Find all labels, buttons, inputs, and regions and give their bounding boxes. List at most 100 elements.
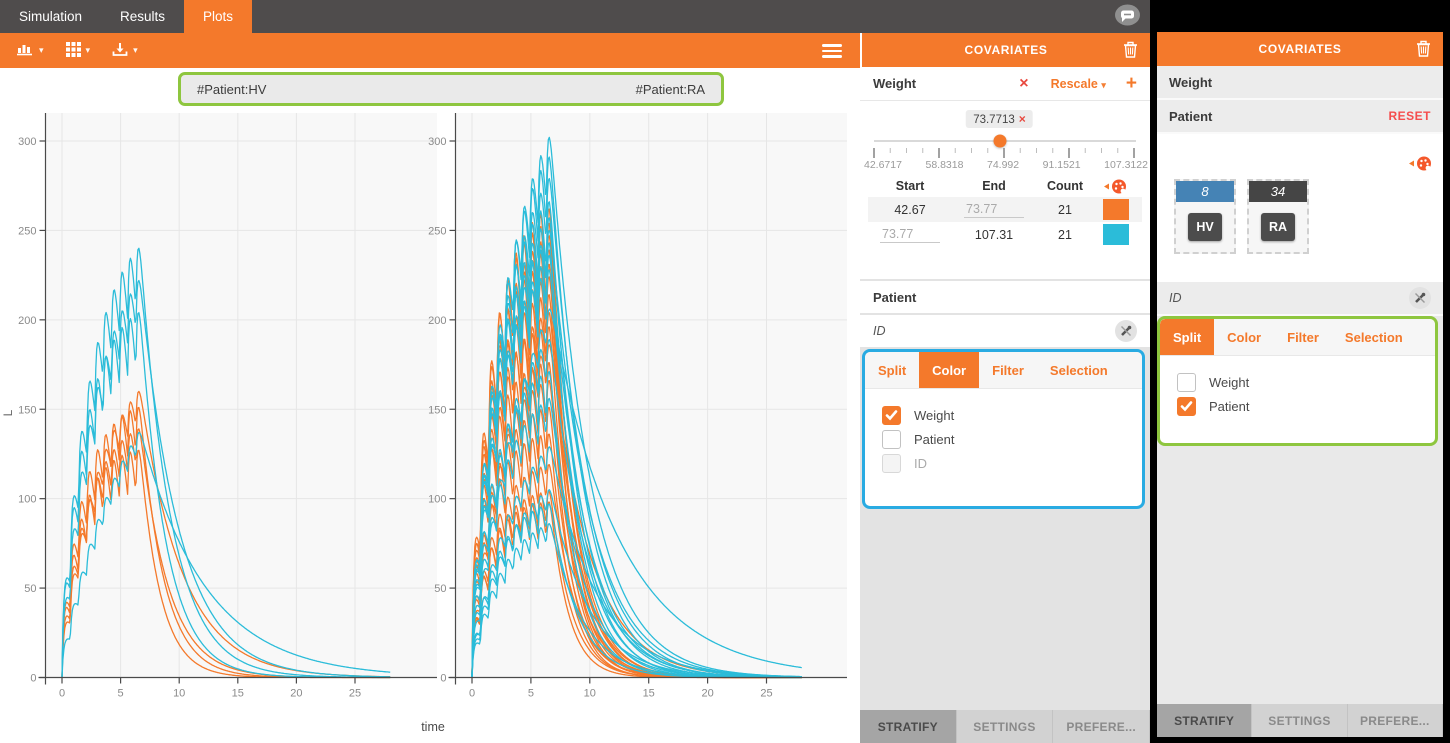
x-tick-label: 25: [760, 688, 772, 700]
add-group-button[interactable]: +: [1126, 73, 1137, 95]
y-tick-label: 50: [24, 583, 36, 595]
stratify-tab-selection[interactable]: Selection: [1037, 352, 1121, 388]
y-tick-label: 100: [18, 494, 36, 506]
weight-slider: 73.7713× 42.671758.831874.99291.1521107.…: [860, 101, 1150, 175]
plot-type-icon: [16, 42, 34, 59]
palette-icon[interactable]: [1409, 156, 1433, 174]
checkbox-row-weight: Weight: [882, 403, 1142, 427]
slider-handle[interactable]: [994, 135, 1007, 148]
id-checkbox[interactable]: [882, 454, 901, 473]
bottom-tab-stratify[interactable]: STRATIFY: [860, 710, 957, 743]
subplot[interactable]: 0510152025050100150200250300: [18, 113, 437, 700]
stratify-tab-split[interactable]: Split: [1160, 319, 1214, 355]
weight-section-header[interactable]: Weight: [1157, 66, 1443, 100]
x-tick-label: 5: [118, 688, 124, 700]
group-body: HV: [1176, 202, 1234, 252]
group-color-swatch[interactable]: [1103, 199, 1129, 220]
chevron-down-icon: ▾: [39, 45, 44, 56]
stratify-tab-selection[interactable]: Selection: [1332, 319, 1416, 355]
col-count: Count: [1036, 179, 1094, 193]
group-button-hv[interactable]: HV: [1188, 213, 1222, 241]
covariates-panel: COVARIATES Weight × Rescale ▾ + 73.7713×…: [860, 33, 1150, 743]
patient-label: Patient: [873, 290, 1137, 305]
weight-section-header[interactable]: Weight × Rescale ▾ +: [860, 67, 1150, 101]
start-cell: 42.67: [868, 202, 952, 217]
feedback-bubble-icon[interactable]: [1114, 4, 1141, 28]
remove-weight-button[interactable]: ×: [1019, 75, 1028, 93]
end-input[interactable]: 73.77: [964, 201, 1024, 218]
tab-simulation[interactable]: Simulation: [0, 0, 101, 33]
stratify-tab-filter[interactable]: Filter: [1274, 319, 1332, 355]
x-tick-label: 25: [349, 688, 361, 700]
weight-checkbox[interactable]: [1177, 373, 1196, 392]
id-section-header[interactable]: ID: [1157, 282, 1443, 316]
group-button-ra[interactable]: RA: [1261, 213, 1295, 241]
stratify-tab-color[interactable]: Color: [919, 352, 979, 388]
slider-value: 73.7713: [973, 114, 1015, 126]
patient-section-header[interactable]: Patient: [860, 279, 1150, 313]
panel-background: [1157, 446, 1443, 704]
tab-plots[interactable]: Plots: [184, 0, 252, 33]
checkbox-row-patient: Patient: [1177, 394, 1435, 418]
rescale-dropdown[interactable]: Rescale ▾: [1051, 77, 1106, 91]
patient-checkbox[interactable]: [1177, 397, 1196, 416]
x-tick-label: 20: [701, 688, 713, 700]
group-count-header[interactable]: 8: [1176, 181, 1234, 202]
palette-icon[interactable]: [1094, 179, 1138, 194]
stratify-tab-color[interactable]: Color: [1214, 319, 1274, 355]
bottom-tab-prefere[interactable]: PREFERE...: [1348, 704, 1443, 737]
x-tick-label: 5: [528, 688, 534, 700]
weight-groups-table: Start End Count 42.6773.772173.77107.312…: [860, 175, 1150, 251]
group-color-swatch[interactable]: [1103, 224, 1129, 245]
export-menu[interactable]: ▾: [108, 38, 142, 64]
line-charts[interactable]: 0510152025050100150200250300051015202505…: [0, 68, 860, 743]
plot-title-right: #Patient:RA: [636, 82, 705, 97]
y-tick-label: 150: [18, 404, 36, 416]
plot-options-menu-icon[interactable]: [822, 44, 842, 61]
patient-checkbox[interactable]: [882, 430, 901, 449]
checkbox-label: Patient: [1209, 399, 1249, 414]
group-count-header[interactable]: 34: [1249, 181, 1307, 202]
trash-icon[interactable]: [1123, 41, 1138, 61]
count-cell: 21: [1036, 203, 1094, 217]
start-input[interactable]: 73.77: [880, 226, 940, 243]
end-cell: 107.31: [952, 227, 1036, 242]
id-picker-disabled-icon[interactable]: [1115, 320, 1137, 342]
stratify-tab-split[interactable]: Split: [865, 352, 919, 388]
stratify-tab-filter[interactable]: Filter: [979, 352, 1037, 388]
tab-results[interactable]: Results: [101, 0, 184, 33]
x-tick-label: 10: [584, 688, 596, 700]
bottom-tab-prefere[interactable]: PREFERE...: [1053, 710, 1150, 743]
bottom-tab-settings[interactable]: SETTINGS: [957, 710, 1054, 743]
x-axis-label: time: [421, 720, 445, 734]
bottom-tab-settings[interactable]: SETTINGS: [1252, 704, 1347, 737]
reset-button[interactable]: RESET: [1388, 109, 1431, 123]
checkbox-row-weight: Weight: [1177, 370, 1435, 394]
y-tick-label: 300: [428, 136, 446, 148]
weight-checkbox[interactable]: [882, 406, 901, 425]
subplot[interactable]: 0510152025050100150200250300: [428, 113, 847, 700]
trash-icon[interactable]: [1416, 40, 1431, 60]
slider-track[interactable]: [874, 140, 1136, 142]
layout-grid-menu[interactable]: ▾: [62, 38, 95, 64]
start-cell[interactable]: 73.77: [868, 226, 952, 243]
id-picker-disabled-icon[interactable]: [1409, 287, 1431, 309]
chevron-down-icon: ▾: [86, 45, 91, 56]
id-section-header[interactable]: ID: [860, 313, 1150, 347]
end-cell[interactable]: 73.77: [952, 201, 1036, 218]
plot-type-menu[interactable]: ▾: [12, 38, 48, 63]
plot-canvas-area[interactable]: 0510152025050100150200250300051015202505…: [0, 68, 860, 743]
slider-tick-label: 91.1521: [1043, 159, 1081, 171]
x-tick-label: 20: [290, 688, 302, 700]
swatch-cell: [1094, 224, 1138, 245]
y-tick-label: 200: [18, 315, 36, 327]
bottom-tab-stratify[interactable]: STRATIFY: [1157, 704, 1252, 737]
x-tick-label: 0: [59, 688, 65, 700]
covariates-panel-inset: COVARIATES Weight Patient RESET: [1150, 0, 1450, 743]
id-label: ID: [1169, 291, 1409, 305]
stratify-group-box-highlighted-blue: SplitColorFilterSelection WeightPatientI…: [862, 349, 1145, 509]
slider-value-remove-button[interactable]: ×: [1019, 112, 1026, 126]
patient-section-header[interactable]: Patient RESET: [1157, 100, 1443, 134]
weight-label: Weight: [1169, 75, 1431, 90]
patient-group-box: 8 HV: [1174, 179, 1236, 254]
